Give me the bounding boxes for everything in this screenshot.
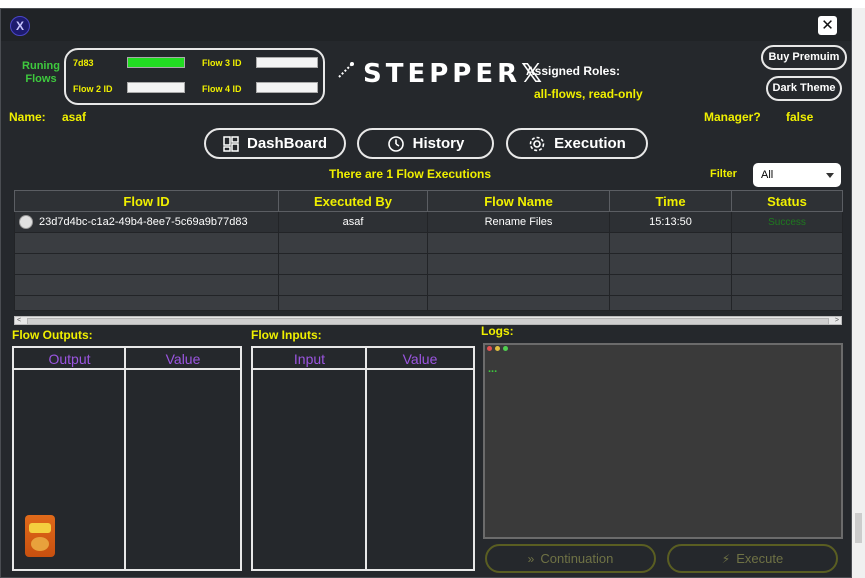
manager-value: false [786, 110, 814, 124]
logs-content: ... [488, 363, 498, 375]
title-bar: X ✕ [1, 9, 851, 41]
vertical-scrollbar-thumb[interactable] [855, 513, 862, 543]
col-header-flow-id[interactable]: Flow ID [14, 190, 279, 212]
filter-select[interactable]: All [753, 163, 841, 187]
continuation-label: Continuation [540, 551, 614, 566]
scroll-left-icon[interactable]: < [17, 317, 21, 324]
close-button[interactable]: ✕ [818, 16, 837, 35]
window-dot-yellow-icon [495, 346, 500, 351]
table-horizontal-scrollbar[interactable]: < > [14, 316, 842, 325]
cell-status: Success [731, 211, 843, 233]
chips-bag-image [25, 515, 55, 557]
dark-theme-button[interactable]: Dark Theme [766, 76, 842, 101]
buy-premium-button[interactable]: Buy Premuim [761, 45, 847, 70]
flow-slot-2-progress[interactable] [127, 82, 185, 93]
sparkle-icon [338, 62, 354, 78]
outputs-divider [124, 348, 126, 569]
assigned-roles-label: Assigned Roles: [526, 64, 621, 78]
app-logo-text: STEPPER𝕏 [363, 59, 547, 89]
filter-value: All [761, 169, 774, 181]
executions-summary: There are 1 Flow Executions [329, 167, 492, 181]
inputs-col-input[interactable]: Input [253, 348, 366, 370]
name-label: Name: [9, 110, 46, 124]
app-logo-icon: X [10, 16, 30, 36]
cell-time: 15:13:50 [609, 211, 732, 233]
flow-slot-3-label: Flow 3 ID [202, 58, 242, 68]
tab-dashboard-label: DashBoard [246, 135, 328, 152]
window-dot-green-icon [503, 346, 508, 351]
execute-button[interactable]: ⚡︎ Execute [667, 544, 838, 573]
page-vertical-scrollbar[interactable] [852, 8, 865, 578]
manager-label: Manager? [704, 110, 761, 124]
row-select-radio[interactable] [19, 215, 33, 229]
running-flows-label: Runing Flows [22, 60, 60, 85]
outputs-col-output[interactable]: Output [14, 348, 125, 370]
tab-dashboard[interactable]: DashBoard [204, 128, 346, 159]
cell-flow-name: Rename Files [427, 211, 610, 233]
window-dot-red-icon [487, 346, 492, 351]
flow-outputs-label: Flow Outputs: [12, 328, 93, 342]
history-icon [387, 135, 404, 152]
flow-slot-4-progress[interactable] [256, 82, 318, 93]
table-row-empty [14, 253, 843, 275]
table-row-empty [14, 232, 843, 254]
execute-label: Execute [736, 551, 784, 566]
running-flows-panel: 7d83 Flow 3 ID Flow 2 ID Flow 4 ID [64, 48, 325, 105]
chevron-down-icon [826, 173, 834, 178]
continuation-button[interactable]: » Continuation [485, 544, 656, 573]
tab-execution-label: Execution [554, 135, 626, 152]
col-header-time[interactable]: Time [609, 190, 732, 212]
app-window: X ✕ Runing Flows 7d83 Flow 3 ID Flow 2 I… [0, 8, 852, 578]
lightning-icon: ⚡︎ [721, 551, 731, 566]
inputs-divider [365, 348, 367, 569]
fast-forward-icon: » [527, 551, 535, 566]
logs-panel[interactable]: ... [483, 343, 843, 539]
flow-slot-1-progress[interactable] [127, 57, 185, 68]
tab-execution[interactable]: Execution [506, 128, 648, 159]
flow-slot-3-progress[interactable] [256, 57, 318, 68]
execution-gear-icon [529, 136, 545, 151]
outputs-col-value[interactable]: Value [126, 348, 240, 370]
table-row[interactable]: 23d7d4bc-c1a2-49b4-8ee7-5c69a9b77d83 asa… [14, 211, 843, 233]
dashboard-icon [223, 135, 239, 152]
logs-label: Logs: [481, 324, 514, 338]
flow-inputs-table: Input Value [251, 346, 475, 571]
inputs-col-value[interactable]: Value [367, 348, 473, 370]
col-header-flow-name[interactable]: Flow Name [427, 190, 610, 212]
tab-history[interactable]: History [357, 128, 494, 159]
col-header-executed-by[interactable]: Executed By [278, 190, 428, 212]
table-row-empty [14, 274, 843, 296]
scroll-right-icon[interactable]: > [835, 317, 839, 324]
assigned-roles-value: all-flows, read-only [534, 87, 643, 101]
flow-id-text: 23d7d4bc-c1a2-49b4-8ee7-5c69a9b77d83 [39, 215, 248, 228]
flow-slot-2-label: Flow 2 ID [73, 84, 113, 94]
cell-executed-by: asaf [278, 211, 428, 233]
name-value: asaf [62, 110, 87, 124]
table-row-empty [14, 295, 843, 311]
filter-label: Filter [710, 168, 737, 180]
executions-table: Flow ID Executed By Flow Name Time Statu… [14, 190, 843, 311]
tab-history-label: History [412, 135, 465, 152]
flow-inputs-label: Flow Inputs: [251, 328, 322, 342]
col-header-status[interactable]: Status [731, 190, 843, 212]
table-header-row: Flow ID Executed By Flow Name Time Statu… [14, 190, 843, 212]
cell-flow-id: 23d7d4bc-c1a2-49b4-8ee7-5c69a9b77d83 [14, 211, 279, 233]
scrollbar-thumb[interactable] [27, 318, 829, 325]
flow-slot-4-label: Flow 4 ID [202, 84, 242, 94]
flow-slot-1-label: 7d83 [73, 58, 94, 68]
